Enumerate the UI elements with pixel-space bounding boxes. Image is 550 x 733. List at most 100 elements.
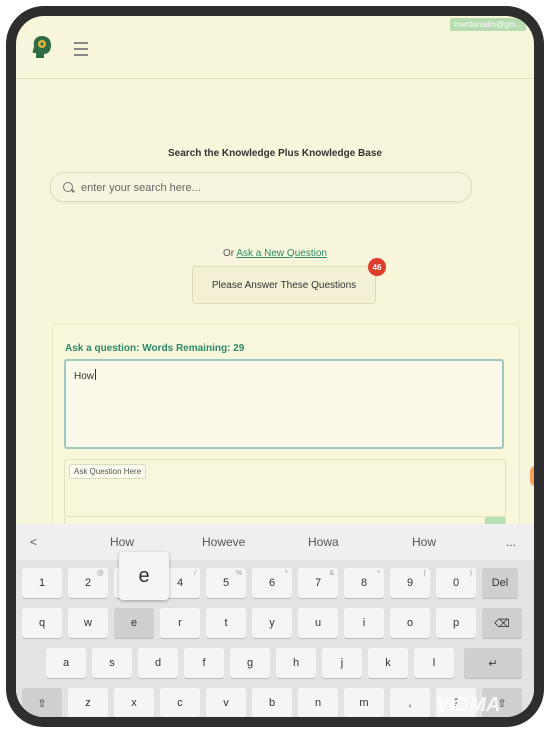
key-f[interactable]: f	[184, 648, 224, 678]
ask-new-prefix: Or	[223, 248, 235, 259]
search-box[interactable]	[50, 172, 472, 202]
words-remaining-label: Ask a question: Words Remaining: 29	[65, 343, 245, 354]
key-9-label: 9	[406, 577, 414, 589]
key-s[interactable]: s	[92, 648, 132, 678]
key-w[interactable]: w	[68, 608, 108, 638]
key-l-label: l	[432, 657, 436, 669]
key-c-label: c	[177, 697, 183, 709]
key-k[interactable]: k	[368, 648, 408, 678]
key-l[interactable]: l	[414, 648, 454, 678]
key-i[interactable]: i	[344, 608, 384, 638]
brain-logo-icon[interactable]	[30, 34, 54, 60]
key-5-alt: %	[235, 570, 242, 577]
key-h[interactable]: h	[276, 648, 316, 678]
key-d[interactable]: d	[138, 648, 178, 678]
user-email[interactable]: mentorsaim@gm...	[450, 18, 526, 31]
key-7[interactable]: 7 &	[298, 568, 338, 598]
key-2[interactable]: 2 @	[68, 568, 108, 598]
key-v[interactable]: v	[206, 688, 246, 717]
key-7-alt: &	[329, 570, 334, 577]
suggestion-2[interactable]: Howeve	[202, 535, 245, 549]
key-popup: e	[119, 552, 169, 600]
key-z[interactable]: z	[68, 688, 108, 717]
shift-icon[interactable]: ⇧	[22, 688, 62, 717]
key-1[interactable]: 1	[22, 568, 62, 598]
key-r[interactable]: r	[160, 608, 200, 638]
key-h-label: h	[292, 657, 300, 669]
key-5[interactable]: 5%	[206, 568, 246, 598]
notification-badge: 46	[368, 258, 386, 276]
key-6-label: 6	[268, 577, 276, 589]
key-x-label: x	[131, 697, 137, 709]
key-9[interactable]: 9(	[390, 568, 430, 598]
key-t[interactable]: t	[206, 608, 246, 638]
key-4-label: 4	[176, 577, 184, 589]
key-s-label: s	[109, 657, 115, 669]
enter-key-label: ↵	[488, 657, 498, 670]
suggestion-1[interactable]: How	[110, 535, 134, 549]
key-8[interactable]: 8 *	[344, 568, 384, 598]
question-text: How	[74, 371, 95, 382]
key-8-label: 8	[360, 577, 368, 589]
key-8-alt: *	[377, 570, 380, 577]
key-m[interactable]: m	[344, 688, 384, 717]
key-n[interactable]: n	[298, 688, 338, 717]
key-2-label: 2	[84, 577, 92, 589]
key-z-label: z	[85, 697, 91, 709]
key-o[interactable]: o	[390, 608, 430, 638]
key-4-alt: /	[194, 570, 196, 577]
key-6[interactable]: 6 ^	[252, 568, 292, 598]
side-floating-button[interactable]	[530, 466, 534, 486]
key-2-alt: @	[96, 570, 104, 577]
device-frame: mentorsaim@gm... Search the Knowledge Pl…	[6, 6, 544, 727]
key-m-label: m	[359, 697, 369, 709]
key-q[interactable]: q	[22, 608, 62, 638]
key-c[interactable]: c	[160, 688, 200, 717]
key-a-label: a	[62, 657, 70, 669]
key-p[interactable]: p	[436, 608, 476, 638]
back-arrow[interactable]: <	[30, 535, 37, 549]
suggestion-3[interactable]: Howa	[308, 535, 339, 549]
more-suggestions[interactable]: ...	[506, 535, 516, 549]
key-j[interactable]: j	[322, 648, 362, 678]
key-b[interactable]: b	[252, 688, 292, 717]
key-a[interactable]: a	[46, 648, 86, 678]
top-bar: mentorsaim@gm...	[16, 16, 534, 79]
backspace-key-label: ⌫	[494, 617, 510, 630]
key-g[interactable]: g	[230, 648, 270, 678]
key-b-label: b	[268, 697, 276, 709]
key-del-label: Del	[491, 577, 509, 589]
ask-new-question-link[interactable]: Ask a New Question	[236, 248, 327, 259]
key-o-label: o	[406, 617, 414, 629]
key-r-label: r	[178, 617, 182, 629]
search-input[interactable]	[79, 177, 463, 199]
key-y-label: y	[269, 617, 275, 629]
search-icon	[63, 182, 73, 192]
key-v-label: v	[223, 697, 229, 709]
key-x[interactable]: x	[114, 688, 154, 717]
key-u[interactable]: u	[298, 608, 338, 638]
suggestion-4[interactable]: How	[412, 535, 436, 549]
key-7-label: 7	[314, 577, 322, 589]
backspace-icon[interactable]: ⌫	[482, 608, 522, 638]
screen: mentorsaim@gm... Search the Knowledge Pl…	[16, 16, 534, 717]
key-e[interactable]: e	[114, 608, 154, 638]
answer-questions-button[interactable]: Please Answer These Questions	[192, 266, 376, 304]
key-p-label: p	[452, 617, 460, 629]
text-cursor	[95, 369, 97, 380]
key-9-alt: (	[423, 570, 426, 577]
enter-icon[interactable]: ↵	[464, 648, 522, 678]
hamburger-menu-icon[interactable]	[74, 42, 88, 56]
question-textarea[interactable]: How	[64, 359, 504, 449]
key-k-label: k	[385, 657, 391, 669]
question-detail-box[interactable]: Ask Question Here	[64, 459, 506, 517]
key-y[interactable]: y	[252, 608, 292, 638]
key-1-label: 1	[38, 577, 46, 589]
key-del[interactable]: Del	[482, 568, 518, 598]
key-0-label: 0	[452, 577, 460, 589]
key-0[interactable]: 0)	[436, 568, 476, 598]
ask-question-hint: Ask Question Here	[69, 464, 147, 479]
key-comma[interactable]: ,	[390, 688, 430, 717]
key-e-label: e	[130, 617, 138, 629]
shift-key-left-label: ⇧	[37, 697, 47, 710]
